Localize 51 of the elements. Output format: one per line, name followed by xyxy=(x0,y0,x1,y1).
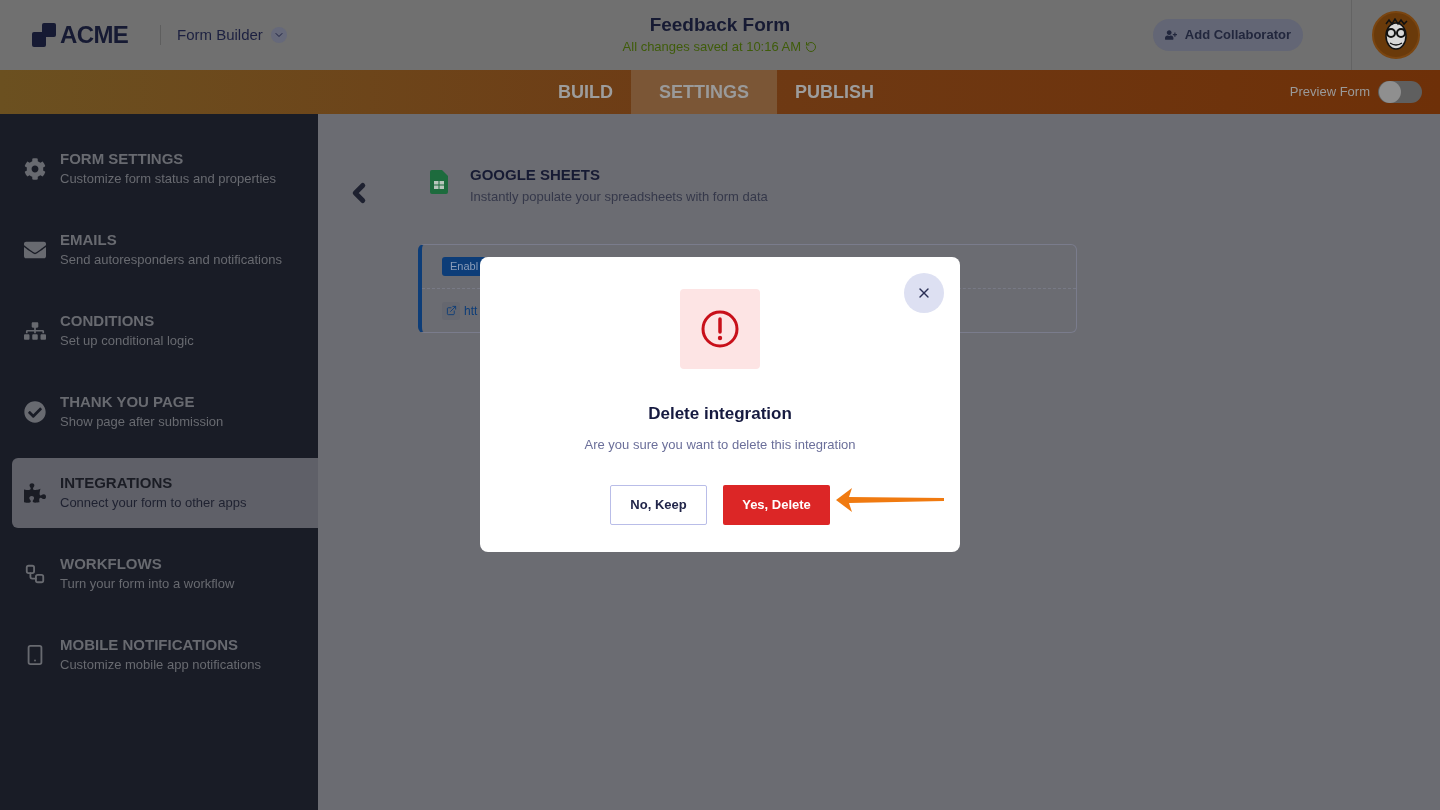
sidebar-item[interactable]: INTEGRATIONS Connect your form to other apps xyxy=(12,458,318,528)
preview-toggle[interactable] xyxy=(1378,81,1422,103)
external-link-icon xyxy=(445,305,457,316)
sidebar-item-subtitle: Turn your form into a workflow xyxy=(60,574,235,593)
app-menu[interactable]: Form Builder xyxy=(177,23,287,47)
sidebar-item-title: MOBILE NOTIFICATIONS xyxy=(60,635,240,655)
pointer-arrow-icon xyxy=(834,486,946,514)
sidebar-item-title: FORM SETTINGS xyxy=(60,149,185,169)
logo-text: ACME xyxy=(60,20,129,50)
sidebar-item-subtitle: Customize form status and properties xyxy=(60,169,277,188)
gear-icon xyxy=(24,158,46,180)
add-collaborator-button[interactable]: Add Collaborator xyxy=(1152,19,1303,51)
refresh-icon xyxy=(805,40,818,53)
tab[interactable]: SETTINGS xyxy=(631,70,777,114)
sidebar-item-title: WORKFLOWS xyxy=(60,554,163,574)
link-text[interactable]: htt xyxy=(464,301,478,320)
sidebar-item-subtitle: Customize mobile app notifications xyxy=(60,655,261,674)
flowchart-icon xyxy=(24,563,46,585)
sidebar-item[interactable]: EMAILS Send autoresponders and notifications xyxy=(12,215,318,285)
preview-label: Preview Form xyxy=(1289,83,1370,102)
sidebar-item-title: EMAILS xyxy=(60,230,118,250)
sidebar-item-subtitle: Connect your form to other apps xyxy=(60,493,247,512)
mail-icon xyxy=(24,239,46,261)
user-plus-icon xyxy=(1164,29,1177,41)
sidebar-item[interactable]: THANK YOU PAGE Show page after submission xyxy=(12,377,318,447)
puzzle-icon xyxy=(24,482,46,504)
save-status: All changes saved at 10:16 AM xyxy=(622,38,802,57)
dialog-title: Delete integration xyxy=(648,403,792,425)
tab[interactable]: PUBLISH xyxy=(777,70,893,114)
sidebar-item[interactable]: CONDITIONS Set up conditional logic xyxy=(12,296,318,366)
warning-icon xyxy=(701,310,739,348)
logo-icon xyxy=(32,23,56,47)
sidebar-item-title: CONDITIONS xyxy=(60,311,156,331)
sidebar-item[interactable]: FORM SETTINGS Customize form status and properties xyxy=(12,134,318,204)
form-title: Feedback Form xyxy=(649,13,791,38)
sidebar-item[interactable]: WORKFLOWS Turn your form into a workflow xyxy=(12,539,318,609)
keep-button[interactable]: No, Keep xyxy=(610,485,707,525)
dialog-message: Are you sure you want to delete this integration xyxy=(584,435,856,454)
avatar[interactable] xyxy=(1372,11,1420,59)
sidebar-item-subtitle: Set up conditional logic xyxy=(60,331,194,350)
tab[interactable]: BUILD xyxy=(540,70,631,114)
sidebar-item-title: INTEGRATIONS xyxy=(60,473,174,493)
integration-title: GOOGLE SHEETS xyxy=(470,165,602,185)
spreadsheet-icon xyxy=(430,170,448,194)
sidebar-item-subtitle: Show page after submission xyxy=(60,412,224,431)
sidebar-item[interactable]: MOBILE NOTIFICATIONS Customize mobile app notifications xyxy=(12,620,318,690)
delete-button[interactable]: Yes, Delete xyxy=(723,485,830,525)
hierarchy-icon xyxy=(24,320,46,342)
sidebar-item-subtitle: Send autoresponders and notifications xyxy=(60,250,282,269)
sidebar-item-title: THANK YOU PAGE xyxy=(60,392,196,412)
close-button[interactable] xyxy=(904,273,944,313)
